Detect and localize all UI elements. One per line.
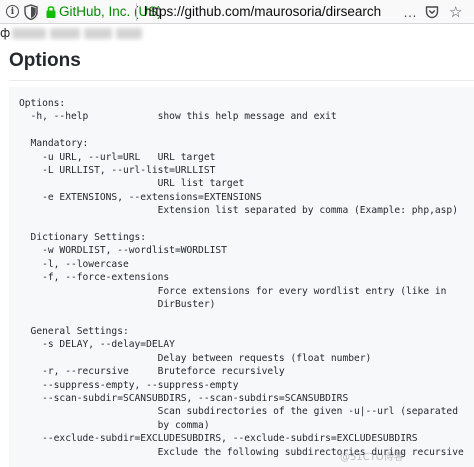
code-line: Mandatory: — [19, 138, 89, 150]
code-line: --scan-subdir=SCANSUBDIRS, --scan-subdir… — [19, 392, 349, 404]
url-field[interactable]: https://github.com/maurosoria/dirsearch — [144, 4, 381, 19]
code-line: -s DELAY, --delay=DELAY — [19, 339, 175, 351]
url-separator — [136, 3, 137, 21]
blurred-bookmarks-bar: ф — [0, 25, 474, 43]
blurred-region — [116, 28, 142, 39]
code-block: Options: -h, --help show this help messa… — [9, 87, 474, 467]
code-line: Dictionary Settings: — [19, 232, 147, 244]
blurred-region — [84, 28, 112, 39]
code-line: Force extensions for every wordlist entr… — [19, 285, 447, 297]
browser-url-bar: i GitHub, Inc. (US) https://github.com/m… — [0, 0, 474, 24]
code-line: Delay between requests (float number) — [19, 352, 372, 364]
code-line: -f, --force-extensions — [19, 272, 170, 284]
code-line: General Settings: — [19, 325, 129, 337]
info-icon[interactable]: i — [6, 5, 19, 18]
bookmark-star-icon[interactable]: ☆ — [449, 3, 462, 21]
page-actions-more-icon[interactable]: … — [403, 4, 418, 20]
watermark-text: @51CTO博客 — [340, 452, 404, 463]
tracking-protection-shield-icon[interactable] — [24, 4, 38, 20]
code-line: -r, --recursive Bruteforce recursively — [19, 366, 285, 378]
code-line: URL list target — [19, 178, 245, 190]
page-title: Options — [9, 50, 81, 71]
code-line: Extension list separated by comma (Examp… — [19, 205, 458, 217]
code-line: --exclude-subdir=EXCLUDESUBDIRS, --exclu… — [19, 433, 418, 445]
blurred-region — [50, 28, 80, 39]
code-text: Options: -h, --help show this help messa… — [19, 97, 464, 459]
code-line: -L URLLIST, --url-list=URLLIST — [19, 165, 216, 177]
title-divider — [9, 80, 474, 81]
code-line: DirBuster) — [19, 299, 216, 311]
code-line: --suppress-empty, --suppress-empty — [19, 379, 239, 391]
blurred-region — [12, 28, 46, 39]
lock-icon[interactable] — [45, 4, 57, 19]
bookmark-fragment-text: ф — [0, 26, 11, 40]
code-line: Options: — [19, 98, 66, 109]
code-line: by comma) — [19, 419, 210, 431]
pocket-icon[interactable] — [425, 5, 439, 19]
code-line: -e EXTENSIONS, --extensions=EXTENSIONS — [19, 191, 262, 203]
code-line: -l, --lowercase — [19, 258, 129, 270]
code-line: Scan subdirectories of the given -u|--ur… — [19, 406, 458, 418]
code-line: -h, --help show this help message and ex… — [19, 111, 337, 123]
code-line: -u URL, --url=URL URL target — [19, 151, 216, 163]
code-line: -w WORDLIST, --wordlist=WORDLIST — [19, 245, 227, 257]
